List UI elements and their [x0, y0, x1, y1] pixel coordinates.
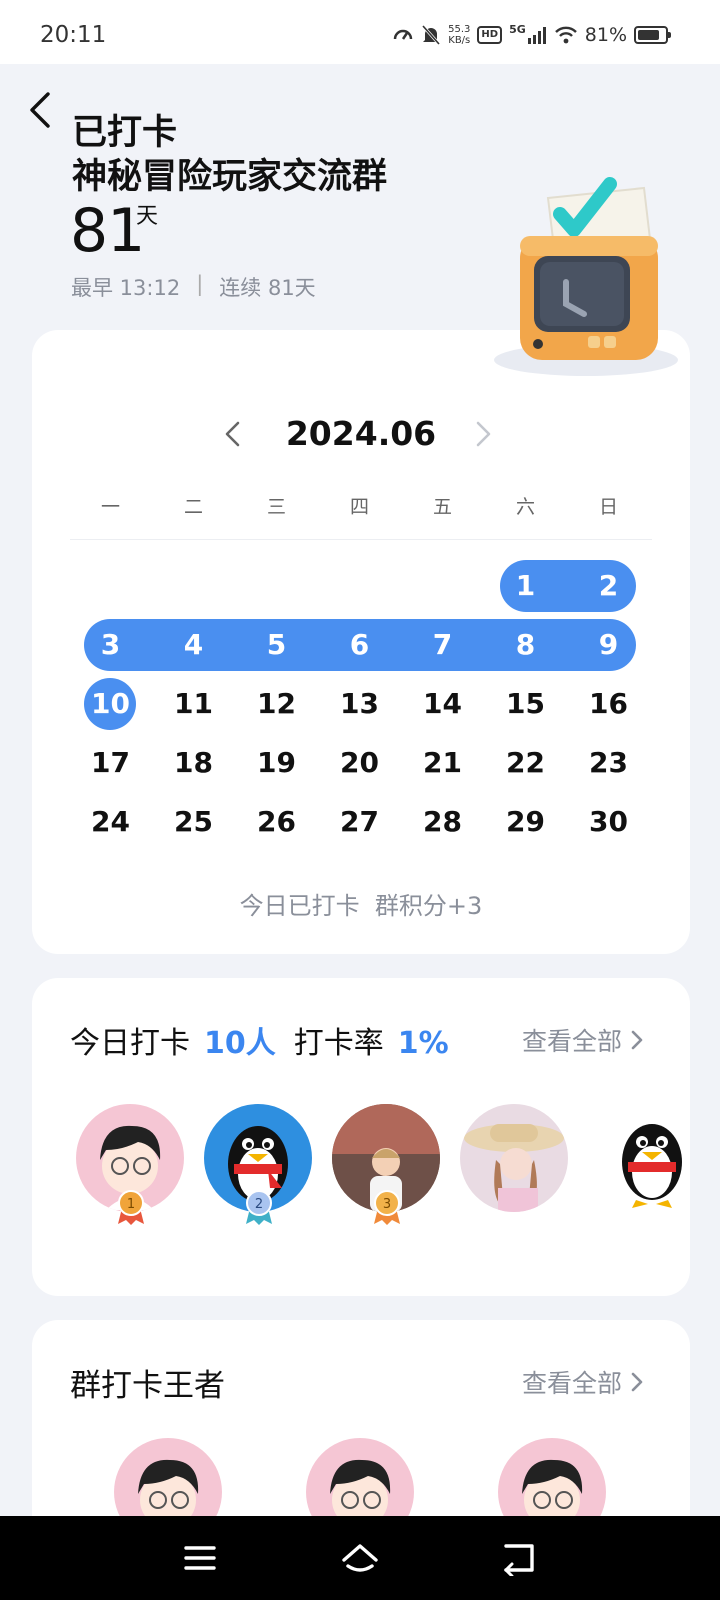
calendar-day[interactable]: 25: [152, 796, 235, 848]
menu-icon[interactable]: [180, 1540, 220, 1576]
checkin-stats: 今日打卡 10人 打卡率 1%: [70, 1018, 467, 1062]
weekday-mon: 一: [100, 496, 120, 518]
hd-badge: HD: [477, 26, 503, 44]
view-all-label: 查看全部: [521, 1369, 622, 1398]
today-points-note: 今日已打卡 群积分+3: [239, 892, 483, 920]
checkin-rate-label: 打卡率: [293, 1026, 384, 1061]
calendar-card: 2024.06 一 二 三 四 五 六 日 1 2 3 4 5 6 7 8 9 …: [32, 330, 690, 954]
system-nav-bar: [0, 1516, 720, 1600]
calendar-day[interactable]: 2: [567, 560, 650, 612]
month-switcher: 2024.06: [32, 408, 690, 458]
chevron-right-icon: [631, 1030, 643, 1050]
weekday-sat: 六: [515, 496, 535, 518]
calendar-day[interactable]: 18: [152, 737, 235, 789]
checkin-rate: 1%: [397, 1026, 449, 1061]
network-type: 5G: [509, 22, 526, 36]
status-bar: 20:11 55.3 KB/s HD 5G 81%: [0, 0, 720, 64]
qq-penguin-avatar-icon: [622, 1124, 682, 1208]
view-all-label: 查看全部: [521, 1027, 622, 1056]
net-speed-value: 55.3: [448, 24, 471, 35]
checkin-days-count: 81: [70, 196, 145, 266]
status-time: 20:11: [40, 22, 107, 48]
calendar-day[interactable]: 27: [318, 796, 401, 848]
summary-separator: |: [196, 272, 204, 296]
calendar-day[interactable]: 1: [484, 560, 567, 612]
calendar-day[interactable]: 29: [484, 796, 567, 848]
speedometer-icon: [393, 29, 413, 40]
home-icon[interactable]: [340, 1540, 380, 1576]
mute-bell-icon: [422, 25, 441, 45]
calendar-day[interactable]: 5: [235, 619, 318, 671]
calendar-day[interactable]: 20: [318, 737, 401, 789]
weekday-wed: 三: [266, 496, 286, 518]
weekday-divider: [70, 539, 652, 540]
rank-number: 3: [383, 1197, 391, 1212]
wifi-icon: [554, 26, 577, 44]
back-icon[interactable]: [500, 1540, 540, 1576]
month-label: 2024.06: [285, 414, 437, 453]
calendar-day[interactable]: 24: [69, 796, 152, 848]
checkin-count: 10人: [204, 1026, 276, 1061]
girl-photo-avatar-icon: [464, 1124, 564, 1212]
signal-icon: [527, 27, 546, 44]
calendar-day[interactable]: 19: [235, 737, 318, 789]
calendar-day[interactable]: 28: [401, 796, 484, 848]
calendar-day[interactable]: 13: [318, 678, 401, 730]
avatar[interactable]: [588, 1104, 690, 1212]
weekday-tue: 二: [183, 496, 203, 518]
calendar-day[interactable]: 4: [152, 619, 235, 671]
weekday-thu: 四: [349, 496, 369, 518]
view-all-king-link[interactable]: 查看全部: [522, 1364, 644, 1400]
rank-number: 2: [255, 1197, 263, 1212]
group-king-title: 群打卡王者: [70, 1368, 225, 1404]
calendar-day[interactable]: 14: [401, 678, 484, 730]
chevron-right-icon: [631, 1372, 643, 1392]
group-name: 神秘冒险玩家交流群: [72, 157, 388, 197]
checkin-label: 今日打卡: [70, 1026, 190, 1061]
calendar-day[interactable]: 17: [69, 737, 152, 789]
back-arrow-icon[interactable]: [24, 90, 60, 130]
calendar-day[interactable]: 30: [567, 796, 650, 848]
calendar-day[interactable]: 3: [69, 619, 152, 671]
next-month-icon[interactable]: [472, 420, 494, 448]
calendar-day[interactable]: 15: [484, 678, 567, 730]
view-all-checkin-link[interactable]: 查看全部: [522, 1022, 644, 1058]
gold-medal-icon: 1: [118, 1190, 144, 1225]
today-checkin-card: 今日打卡 10人 打卡率 1% 查看全部 1 2 3: [32, 978, 690, 1296]
calendar-day[interactable]: 8: [484, 619, 567, 671]
calendar-day[interactable]: 9: [567, 619, 650, 671]
calendar-day[interactable]: 16: [567, 678, 650, 730]
weekday-fri: 五: [432, 496, 452, 518]
net-speed: 55.3 KB/s: [448, 24, 470, 46]
battery-percent: 81%: [584, 24, 627, 46]
rank-number: 1: [127, 1197, 135, 1212]
status-icons: 55.3 KB/s HD 5G 81%: [392, 22, 671, 46]
silver-medal-icon: 2: [246, 1190, 272, 1225]
checkin-summary: 最早 13:12 | 连续 81天: [71, 272, 316, 302]
calendar-day[interactable]: 7: [401, 619, 484, 671]
calendar-day[interactable]: 22: [484, 737, 567, 789]
net-speed-unit: KB/s: [448, 35, 471, 46]
days-unit: 天: [136, 204, 159, 229]
earliest-time: 最早 13:12: [71, 276, 181, 300]
calendar-day[interactable]: 26: [235, 796, 318, 848]
calendar-day[interactable]: 21: [401, 737, 484, 789]
bronze-medal-icon: 3: [374, 1190, 400, 1225]
calendar-day[interactable]: 6: [318, 619, 401, 671]
clock-mascot-illustration: [494, 177, 678, 376]
weekday-sun: 日: [598, 496, 618, 518]
battery-icon: [634, 26, 671, 44]
calendar-day[interactable]: 12: [235, 678, 318, 730]
avatar[interactable]: [460, 1104, 568, 1212]
calendar-day[interactable]: 10: [69, 678, 152, 730]
calendar-day[interactable]: 11: [152, 678, 235, 730]
streak-days: 连续 81天: [219, 276, 316, 300]
calendar-day[interactable]: 23: [567, 737, 650, 789]
